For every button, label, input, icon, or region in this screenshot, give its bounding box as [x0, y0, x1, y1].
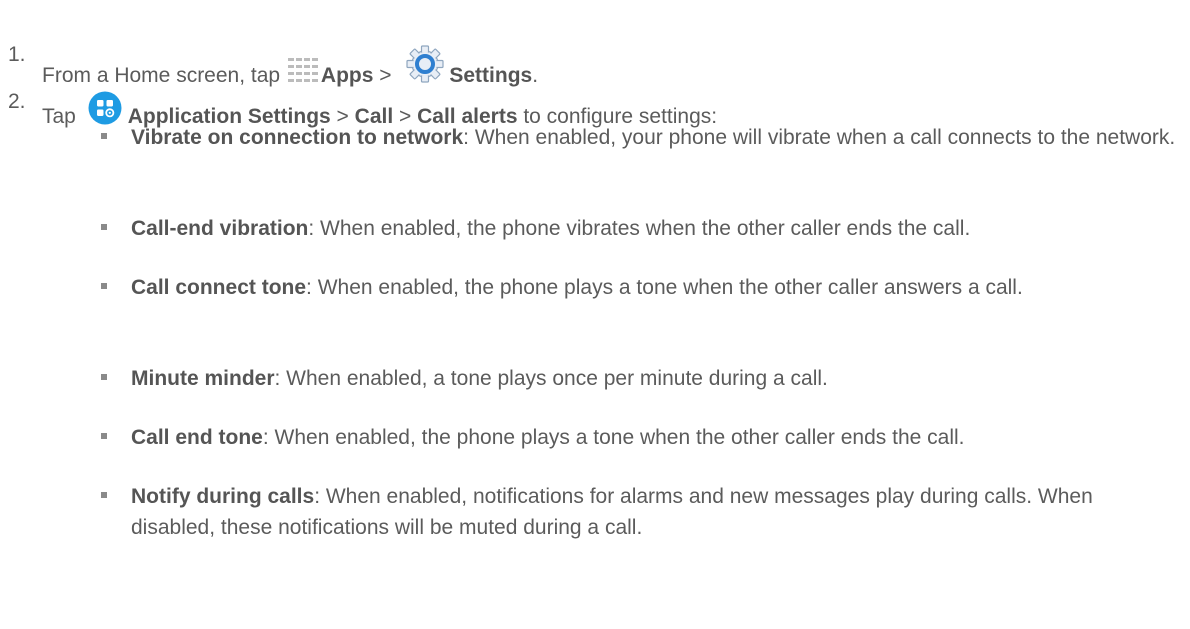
- step-number: 2.: [8, 90, 26, 113]
- option-term: Call connect tone: [131, 276, 307, 299]
- apps-grid-icon: [287, 57, 319, 85]
- bullet-marker: [101, 433, 107, 439]
- bullet-marker: [101, 374, 107, 380]
- application-settings-icon: [88, 91, 122, 125]
- option-term: Notify during calls: [131, 485, 315, 508]
- bullet-marker: [101, 283, 107, 289]
- option-description: : When enabled, the phone vibrates when …: [308, 217, 971, 240]
- step-number: 1.: [8, 43, 26, 66]
- bullet-marker: [101, 133, 107, 139]
- settings-gear-icon: [405, 44, 445, 84]
- apps-label: Apps: [320, 64, 374, 87]
- instructions-page: 1. From a Home screen, tap Apps > Settin…: [0, 0, 1190, 629]
- step-text: From a Home screen, tap Apps > Settings.: [42, 42, 538, 89]
- settings-label: Settings: [449, 64, 533, 87]
- option-description: : When enabled, a tone plays once per mi…: [274, 367, 828, 390]
- option-description: : When enabled, the phone plays a tone w…: [262, 426, 965, 449]
- option-term: Minute minder: [131, 367, 275, 390]
- bullet-marker: [101, 224, 107, 230]
- bullet-marker: [101, 492, 107, 498]
- option-description: : When enabled, your phone will vibrate …: [463, 126, 1176, 149]
- option-term: Vibrate on connection to network: [131, 126, 464, 149]
- option-term: Call end tone: [131, 426, 263, 449]
- option-description: : When enabled, the phone plays a tone w…: [306, 276, 1023, 299]
- option-term: Call-end vibration: [131, 217, 309, 240]
